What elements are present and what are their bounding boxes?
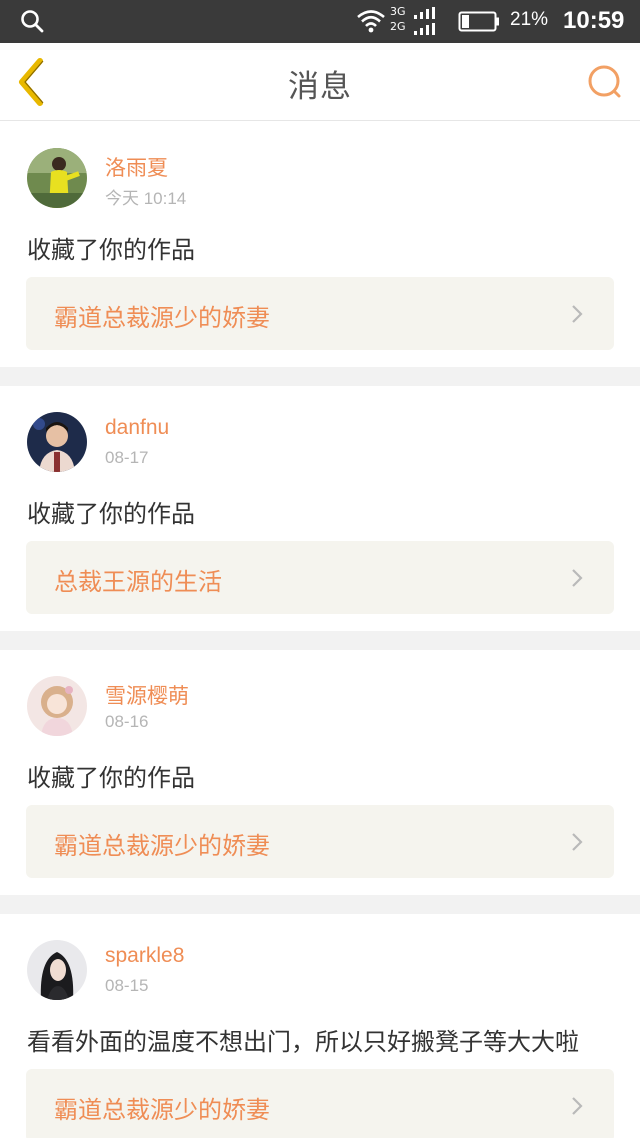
- work-title: 霸道总裁源少的娇妻: [54, 304, 270, 332]
- message-card: 雪源樱萌 08-16 收藏了你的作品 霸道总裁源少的娇妻: [0, 650, 640, 895]
- battery-icon: [458, 11, 499, 32]
- chevron-right-icon: [572, 305, 583, 323]
- work-link[interactable]: 霸道总裁源少的娇妻: [26, 277, 614, 350]
- timestamp: 08-15: [105, 976, 149, 995]
- battery-percent: 21%: [510, 9, 549, 30]
- work-title: 霸道总裁源少的娇妻: [54, 832, 270, 860]
- search-icon[interactable]: [20, 9, 44, 33]
- divider: [0, 367, 640, 386]
- username[interactable]: sparkle8: [105, 944, 184, 968]
- search-icon[interactable]: [584, 61, 626, 103]
- app-header: 消息: [0, 43, 640, 121]
- chevron-right-icon: [572, 569, 583, 587]
- chevron-right-icon: [572, 1097, 583, 1115]
- action-text: 收藏了你的作品: [27, 236, 195, 264]
- username[interactable]: 洛雨夏: [105, 152, 168, 182]
- work-title: 总裁王源的生活: [54, 568, 222, 596]
- work-link[interactable]: 总裁王源的生活: [26, 541, 614, 614]
- page-title: 消息: [288, 69, 352, 105]
- avatar[interactable]: [27, 676, 87, 736]
- timestamp: 08-16: [105, 712, 149, 731]
- message-card: 洛雨夏 今天 10:14 收藏了你的作品 霸道总裁源少的娇妻: [0, 122, 640, 367]
- chevron-right-icon: [572, 833, 583, 851]
- clock: 10:59: [563, 7, 625, 34]
- message-card: sparkle8 08-15 看看外面的温度不想出门，所以只好搬凳子等大大啦 霸…: [0, 914, 640, 1138]
- work-title: 霸道总裁源少的娇妻: [54, 1096, 270, 1124]
- work-link[interactable]: 霸道总裁源少的娇妻: [26, 1069, 614, 1138]
- action-text: 收藏了你的作品: [27, 764, 195, 792]
- message-list: 洛雨夏 今天 10:14 收藏了你的作品 霸道总裁源少的娇妻 danfnu 08…: [0, 122, 640, 1138]
- timestamp: 今天 10:14: [105, 189, 187, 208]
- avatar[interactable]: [27, 148, 87, 208]
- signal-bars-icon: [414, 7, 435, 35]
- message-card: danfnu 08-17 收藏了你的作品 总裁王源的生活: [0, 386, 640, 631]
- username[interactable]: 雪源樱萌: [105, 680, 189, 710]
- avatar[interactable]: [27, 412, 87, 472]
- action-text: 收藏了你的作品: [27, 500, 195, 528]
- network-type-top: 3G: [390, 5, 406, 18]
- wifi-icon: [357, 10, 385, 33]
- network-type-bottom: 2G: [390, 20, 406, 33]
- status-bar: 3G 2G 21% 10:59: [0, 0, 640, 43]
- work-link[interactable]: 霸道总裁源少的娇妻: [26, 805, 614, 878]
- network-type: 3G 2G: [390, 5, 406, 35]
- avatar[interactable]: [27, 940, 87, 1000]
- username[interactable]: danfnu: [105, 416, 169, 440]
- action-text: 看看外面的温度不想出门，所以只好搬凳子等大大啦: [27, 1028, 579, 1056]
- divider: [0, 631, 640, 650]
- divider: [0, 895, 640, 914]
- timestamp: 08-17: [105, 448, 149, 467]
